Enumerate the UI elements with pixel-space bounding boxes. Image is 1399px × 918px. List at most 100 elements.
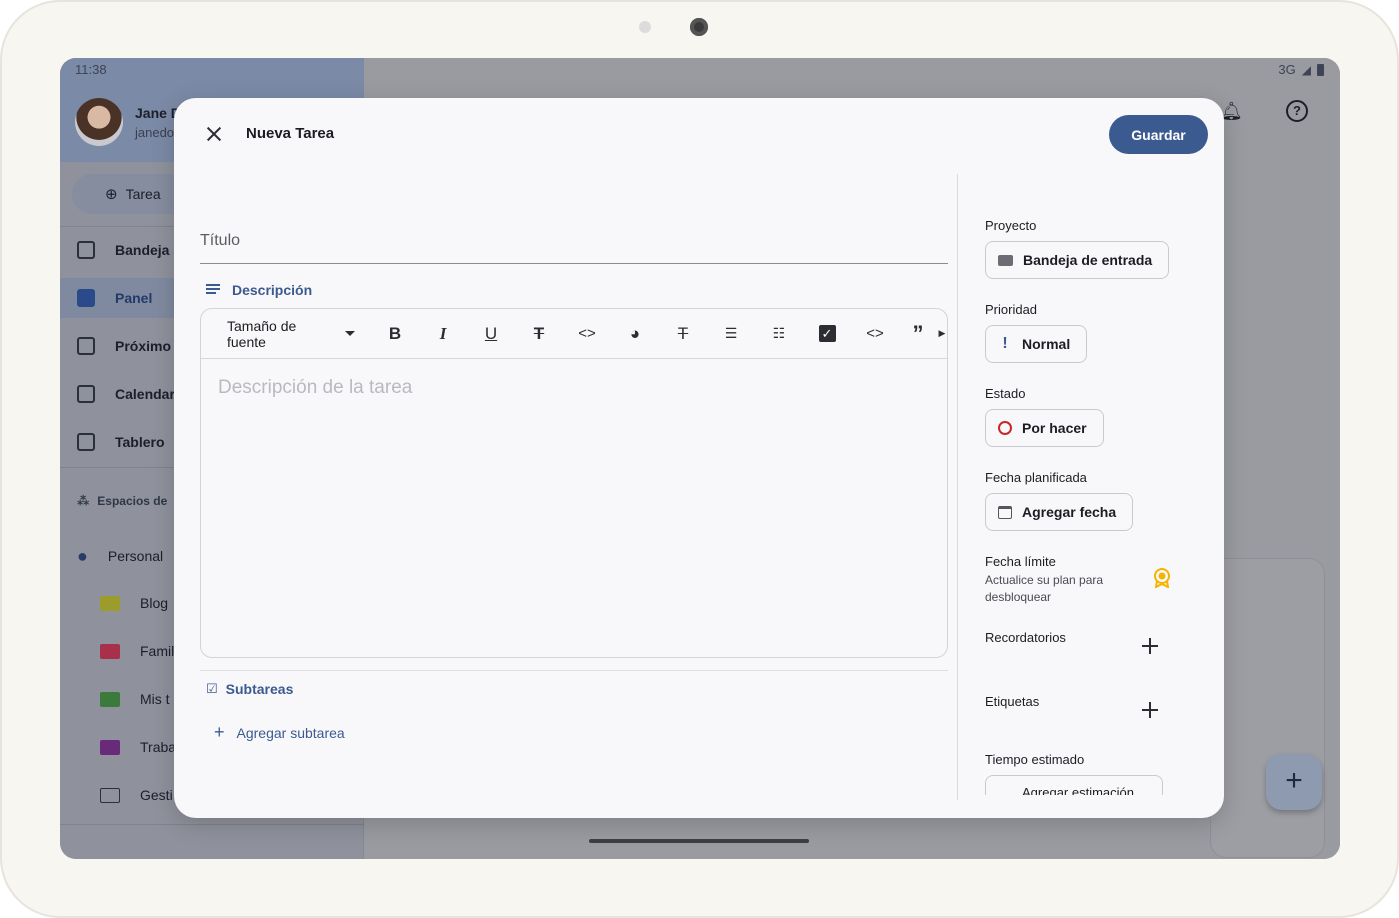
project-value: Bandeja de entrada: [1023, 252, 1153, 268]
folder-icon: [998, 254, 1013, 266]
planned-date-chip[interactable]: Agregar fecha: [985, 493, 1134, 531]
network-label: 3G: [1278, 62, 1296, 77]
home-indicator[interactable]: [589, 839, 809, 843]
priority-label: Prioridad: [985, 302, 1038, 317]
space-label: Gesti: [140, 787, 173, 803]
folder-icon: [100, 643, 120, 659]
group-icon: ●: [77, 545, 88, 566]
battery-icon: [1317, 63, 1324, 76]
chart-folder-icon: [100, 787, 120, 803]
board-icon: [77, 433, 95, 451]
code-block-icon[interactable]: <>: [851, 317, 899, 351]
description-icon: [206, 284, 220, 296]
status-label: Estado: [985, 386, 1026, 401]
space-label: Personal: [107, 548, 164, 564]
status-icons: 3G ◢: [1278, 62, 1324, 77]
add-subtask-label: Agregar subtarea: [236, 724, 345, 741]
palette-icon[interactable]: ◕: [611, 317, 659, 351]
space-label: Blog: [140, 595, 169, 611]
format-buttons: B I U T <> ◕ T ☰ ☷ ✓ <> ” ▶: [371, 317, 947, 351]
status-value: Por hacer: [1022, 420, 1087, 436]
status-time: 11:38: [75, 62, 107, 77]
reminders-label: Recordatorios: [985, 630, 1066, 645]
project-chip[interactable]: Bandeja de entrada: [985, 241, 1170, 279]
space-label: Famil: [140, 643, 175, 659]
quote-icon[interactable]: ”: [899, 317, 937, 351]
sidebar-item-label: Tablero: [115, 434, 165, 450]
tablet-frame: Jane D janedo ⊕ Tarea Bandeja Panel Próx…: [0, 0, 1399, 918]
column-divider: [957, 174, 958, 800]
plus-icon: +: [214, 722, 225, 742]
sensor-dot: [639, 21, 651, 33]
calendar-icon: [77, 385, 95, 403]
numbered-list-icon[interactable]: ☰: [707, 317, 755, 351]
bold-icon[interactable]: B: [371, 317, 419, 351]
title-input[interactable]: [200, 218, 948, 264]
priority-value: Normal: [1022, 336, 1071, 352]
subtasks-label-text: Subtareas: [225, 681, 294, 697]
more-arrow-icon[interactable]: ▶: [937, 317, 947, 351]
caret-down-icon: [345, 331, 355, 336]
help-icon[interactable]: ?: [1286, 100, 1308, 122]
subtasks-label: ☑ Subtareas: [206, 681, 293, 697]
avatar[interactable]: [75, 98, 123, 146]
space-label: Mis t: [140, 691, 170, 707]
sidebar-item-label: Panel: [115, 290, 153, 306]
dialog-title: Nueva Tarea: [246, 125, 335, 142]
font-size-select[interactable]: Tamaño de fuente: [227, 318, 355, 350]
description-placeholder[interactable]: Descripción de la tarea: [218, 377, 412, 399]
spaces-title-label: Espacios de: [97, 494, 168, 508]
status-bar: 11:38 3G ◢: [60, 58, 1340, 82]
add-tag-button[interactable]: [1138, 698, 1162, 722]
new-task-label: Tarea: [125, 186, 161, 202]
strikethrough-icon[interactable]: T: [515, 317, 563, 351]
sidebar-item-label: Calendar: [115, 386, 175, 402]
save-button[interactable]: Guardar: [1109, 115, 1208, 154]
underline-icon[interactable]: U: [467, 317, 515, 351]
space-label: Traba: [140, 739, 177, 755]
divider: [60, 824, 364, 825]
folder-icon: [100, 595, 120, 611]
signal-icon: ◢: [1301, 62, 1311, 77]
clear-format-icon[interactable]: T: [659, 317, 707, 351]
italic-icon[interactable]: I: [419, 317, 467, 351]
tags-label: Etiquetas: [985, 694, 1040, 709]
bullet-list-icon[interactable]: ☷: [755, 317, 803, 351]
estimate-value: Agregar estimación: [1022, 785, 1134, 795]
add-task-icon: ⊕: [105, 186, 118, 203]
spaces-icon: ⁂: [77, 494, 90, 508]
priority-chip[interactable]: ! Normal: [985, 325, 1088, 363]
checkbox-icon[interactable]: ✓: [803, 317, 851, 351]
new-task-dialog: Nueva Tarea Guardar Descripción Tamaño d…: [174, 98, 1224, 818]
font-size-label: Tamaño de fuente: [227, 317, 297, 350]
background-card: [1210, 558, 1325, 858]
dashboard-icon: [77, 289, 95, 307]
premium-badge-icon[interactable]: [1153, 568, 1171, 588]
project-label: Proyecto: [985, 218, 1037, 233]
calendar-day-icon: [77, 337, 95, 355]
folder-icon: [100, 739, 120, 755]
sidebar-item-label: Próximo: [115, 338, 172, 354]
sidebar-item-label: Bandeja: [115, 242, 170, 258]
estimate-chip[interactable]: Agregar estimación: [985, 775, 1163, 795]
planned-date-label: Fecha planificada: [985, 470, 1087, 485]
description-label: Descripción: [206, 282, 312, 298]
divider: [200, 670, 948, 671]
spaces-section-title: ⁂ Espacios de: [77, 494, 167, 508]
checklist-icon: ☑: [206, 681, 218, 696]
inbox-icon: [77, 241, 95, 259]
add-fab-button[interactable]: +: [1266, 754, 1322, 810]
close-icon[interactable]: [202, 122, 226, 146]
screen: Jane D janedo ⊕ Tarea Bandeja Panel Próx…: [60, 58, 1340, 859]
code-icon[interactable]: <>: [563, 317, 611, 351]
priority-icon: !: [1002, 335, 1008, 352]
folder-icon: [100, 691, 120, 707]
status-chip[interactable]: Por hacer: [985, 409, 1104, 447]
status-circle-icon: [998, 421, 1012, 435]
deadline-label: Fecha límite: [985, 554, 1056, 569]
add-subtask-button[interactable]: + Agregar subtarea: [214, 722, 345, 743]
add-reminder-button[interactable]: [1138, 634, 1162, 658]
upgrade-note: Actualice su plan para desbloquear: [985, 573, 1104, 604]
camera: [690, 18, 708, 36]
description-editor: Tamaño de fuente B I U T <> ◕ T ☰ ☷ ✓ <>…: [200, 308, 948, 658]
